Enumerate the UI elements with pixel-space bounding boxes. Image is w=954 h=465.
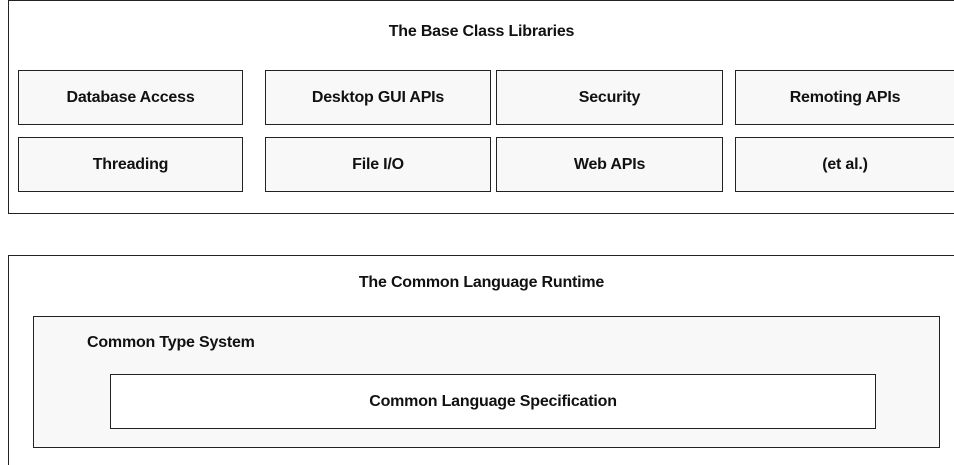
file-io-box: File I/O: [265, 137, 491, 192]
clr-title: The Common Language Runtime: [358, 274, 605, 291]
threading-box: Threading: [18, 137, 243, 192]
et-al-box: (et al.): [735, 137, 954, 192]
desktop-gui-apis-box: Desktop GUI APIs: [265, 70, 491, 125]
common-type-system-label: Common Type System: [87, 334, 255, 351]
common-language-specification-box: Common Language Specification: [110, 374, 876, 429]
security-box: Security: [496, 70, 723, 125]
base-class-libraries-title: The Base Class Libraries: [388, 23, 575, 40]
remoting-apis-box: Remoting APIs: [735, 70, 954, 125]
web-apis-box: Web APIs: [496, 137, 723, 192]
database-access-box: Database Access: [18, 70, 243, 125]
